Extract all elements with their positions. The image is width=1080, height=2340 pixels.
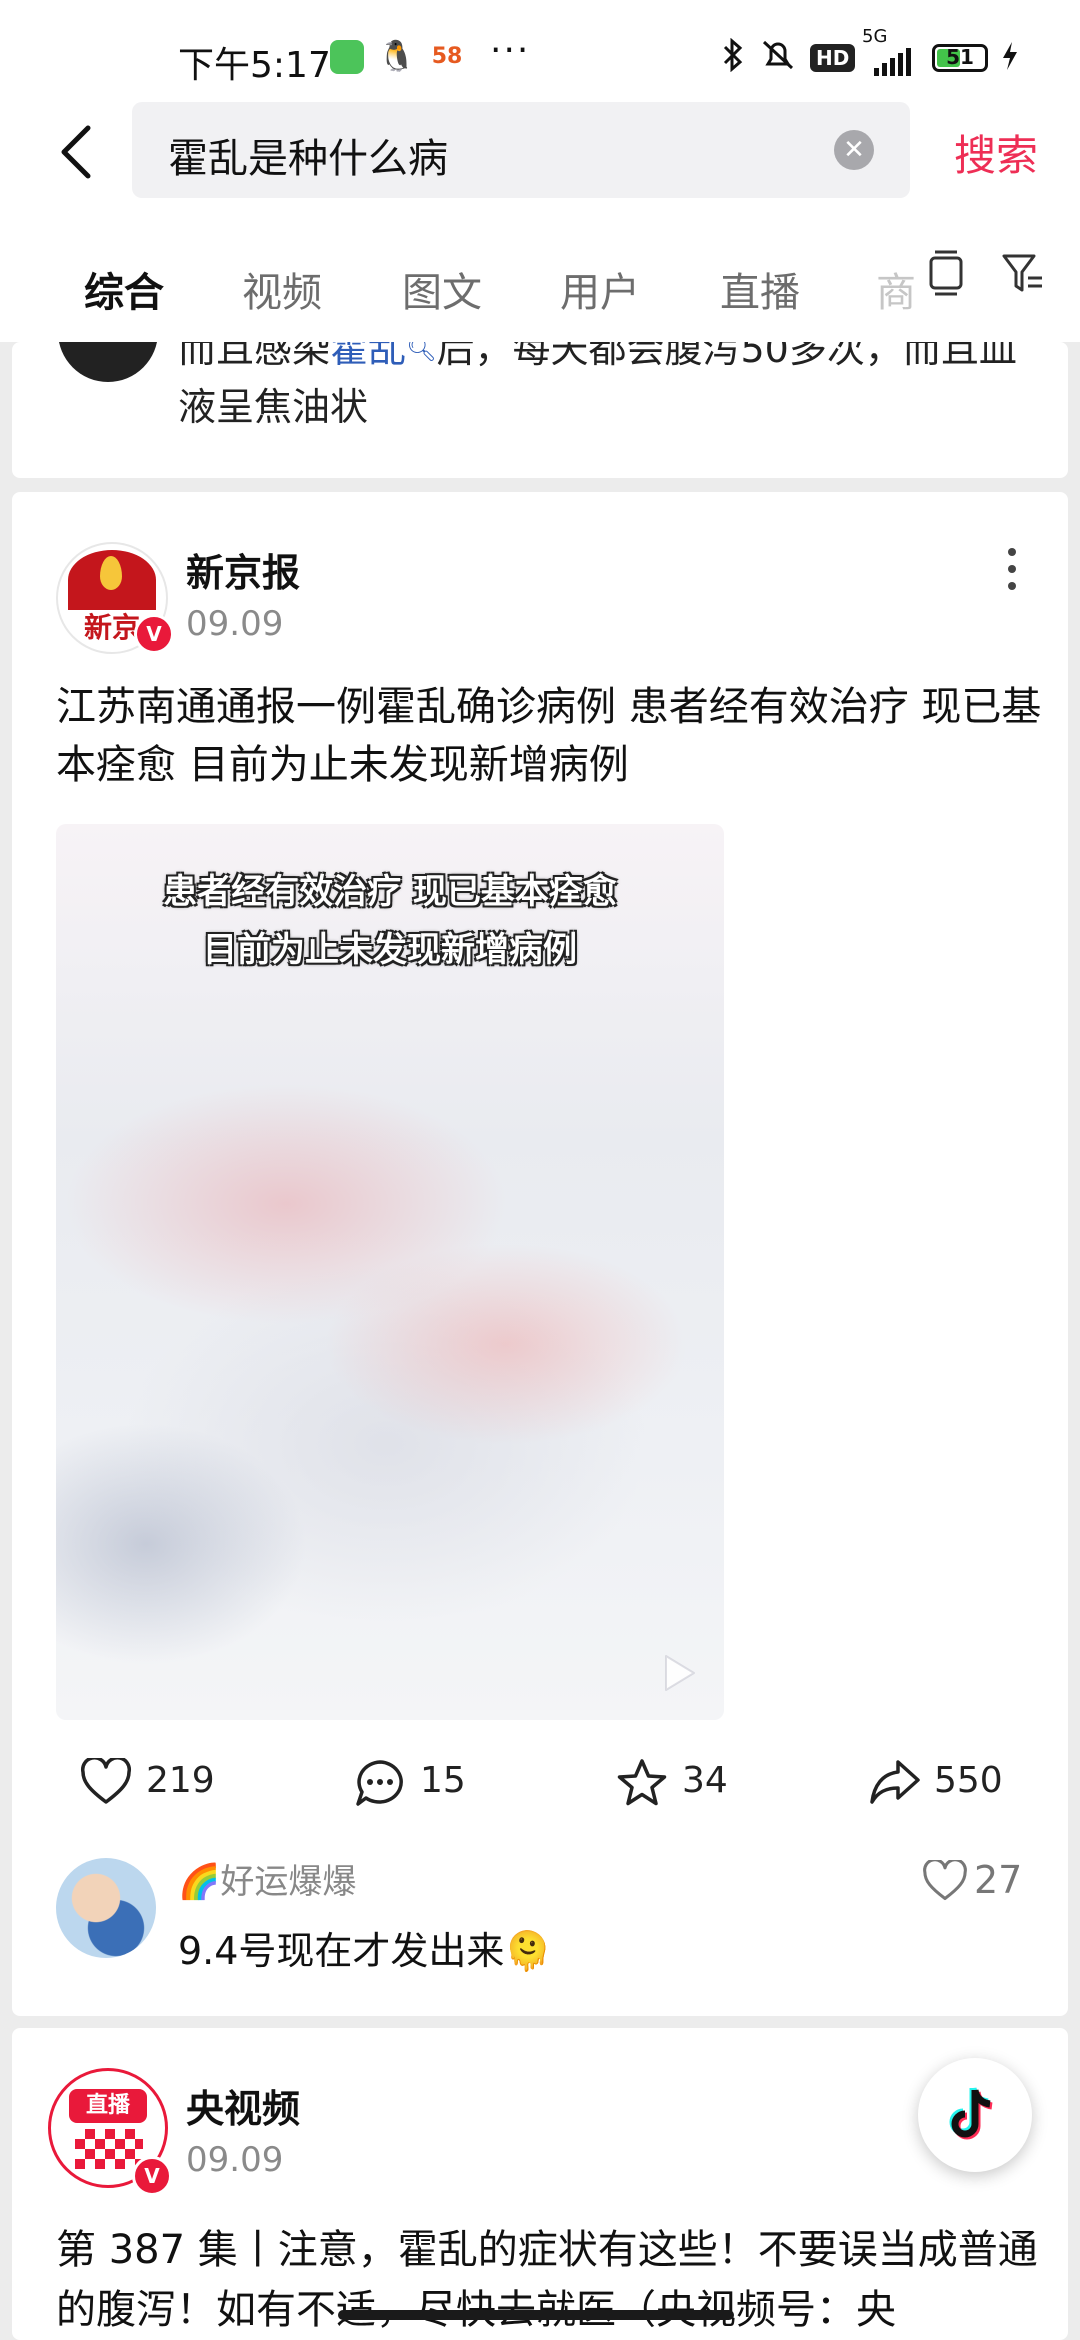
more-options-icon[interactable]	[1002, 544, 1022, 594]
previous-result-card[interactable]: 而且感染霍乱🔍︎后，每天都会腹泻50多次，而且血液呈焦油状	[12, 342, 1068, 478]
share-icon	[870, 1760, 920, 1804]
wechat-notification-icon	[330, 40, 364, 74]
more-notifications-icon: ···	[490, 30, 531, 71]
tab-article[interactable]: 图文	[402, 260, 482, 318]
qq-notification-icon: 🐧	[378, 39, 416, 74]
network-type: 5G	[862, 26, 888, 47]
search-query: 霍乱是种什么病	[168, 136, 448, 182]
app-58-notification-icon: 58	[430, 40, 464, 74]
post-date: 09.09	[186, 2140, 284, 2180]
post-text[interactable]: 第 387 集丨注意，霍乱的症状有这些！不要误当成普通的腹泻！如有不适，尽快去就…	[56, 2220, 1046, 2340]
comment-like-button[interactable]: 27	[922, 1856, 1042, 1906]
video-caption: 目前为止未发现新增病例	[203, 930, 577, 970]
checker-logo-icon	[75, 2129, 143, 2169]
like-count: 219	[146, 1760, 215, 1801]
clear-icon[interactable]: ✕	[834, 130, 874, 170]
search-mini-icon: 🔍︎	[406, 342, 437, 363]
keyword-link[interactable]: 霍乱	[330, 342, 406, 371]
status-time: 下午5:17	[178, 45, 331, 86]
post-card[interactable]: 新京 V 新京报 09.09 江苏南通通报一例霍乱确诊病例 患者经有效治疗 现已…	[12, 492, 1068, 2016]
verified-badge: V	[132, 2156, 172, 2196]
tab-comprehensive[interactable]: 综合	[84, 260, 164, 318]
filter-icon[interactable]	[1000, 250, 1044, 296]
back-arrow-icon[interactable]	[52, 122, 102, 182]
comment-like-count: 27	[974, 1858, 1023, 1902]
layout-switch-icon[interactable]	[926, 248, 966, 296]
live-badge: 直播	[69, 2089, 147, 2123]
flame-icon	[100, 556, 122, 590]
status-icons: HD 5G 51	[720, 26, 1080, 82]
signal-icon	[874, 48, 911, 76]
video-caption: 患者经有效治疗 现已基本痊愈	[163, 872, 617, 912]
battery-icon: 51	[932, 44, 988, 72]
comment-count: 15	[420, 1760, 466, 1801]
tab-video[interactable]: 视频	[242, 260, 322, 318]
heart-icon	[80, 1758, 132, 1804]
author-name[interactable]: 央视频	[186, 2078, 300, 2133]
heart-icon	[923, 1860, 967, 1901]
douyin-floating-button[interactable]	[918, 2058, 1032, 2172]
tab-users[interactable]: 用户	[560, 260, 640, 318]
play-icon	[665, 1655, 695, 1691]
tab-live[interactable]: 直播	[720, 260, 800, 318]
commenter-avatar[interactable]	[56, 1858, 156, 1958]
share-count: 550	[934, 1760, 1003, 1801]
charging-icon	[1003, 42, 1017, 70]
home-indicator[interactable]	[338, 2310, 734, 2320]
status-bar: 下午5:17 🐧 58 ··· HD 5G 51	[0, 0, 1080, 110]
search-button[interactable]: 搜索	[954, 122, 1038, 183]
previous-result-text: 而且感染霍乱🔍︎后，每天都会腹泻50多次，而且血液呈焦油状	[178, 342, 1038, 436]
commenter-name[interactable]: 🌈好运爆爆	[178, 1854, 356, 1903]
tab-shop[interactable]: 商	[876, 260, 916, 318]
mute-bell-icon	[762, 40, 794, 70]
comment-text[interactable]: 9.4号现在才发出来🫠	[178, 1920, 552, 1975]
search-input[interactable]: 霍乱是种什么病 ✕	[132, 102, 910, 198]
star-icon	[617, 1759, 667, 1806]
avatar[interactable]	[58, 342, 158, 382]
tiktok-icon	[949, 2087, 993, 2140]
post-card[interactable]: 直播 V 央视频 09.09 第 387 集丨注意，霍乱的症状有这些！不要误当成…	[12, 2028, 1068, 2340]
hd-icon: HD	[810, 44, 856, 72]
comment-icon	[356, 1760, 403, 1806]
bluetooth-icon	[723, 38, 743, 72]
favorite-count: 34	[682, 1760, 728, 1801]
battery-level: 51	[946, 45, 974, 69]
verified-badge: V	[134, 614, 174, 654]
tab-bar: 综合 视频 图文 用户 直播 商	[0, 230, 1080, 342]
author-name[interactable]: 新京报	[186, 542, 300, 597]
post-text[interactable]: 江苏南通通报一例霍乱确诊病例 患者经有效治疗 现已基本痊愈 目前为止未发现新增病…	[56, 678, 1046, 794]
post-date: 09.09	[186, 604, 284, 644]
video-thumbnail[interactable]: 患者经有效治疗 现已基本痊愈 目前为止未发现新增病例	[56, 824, 724, 1720]
